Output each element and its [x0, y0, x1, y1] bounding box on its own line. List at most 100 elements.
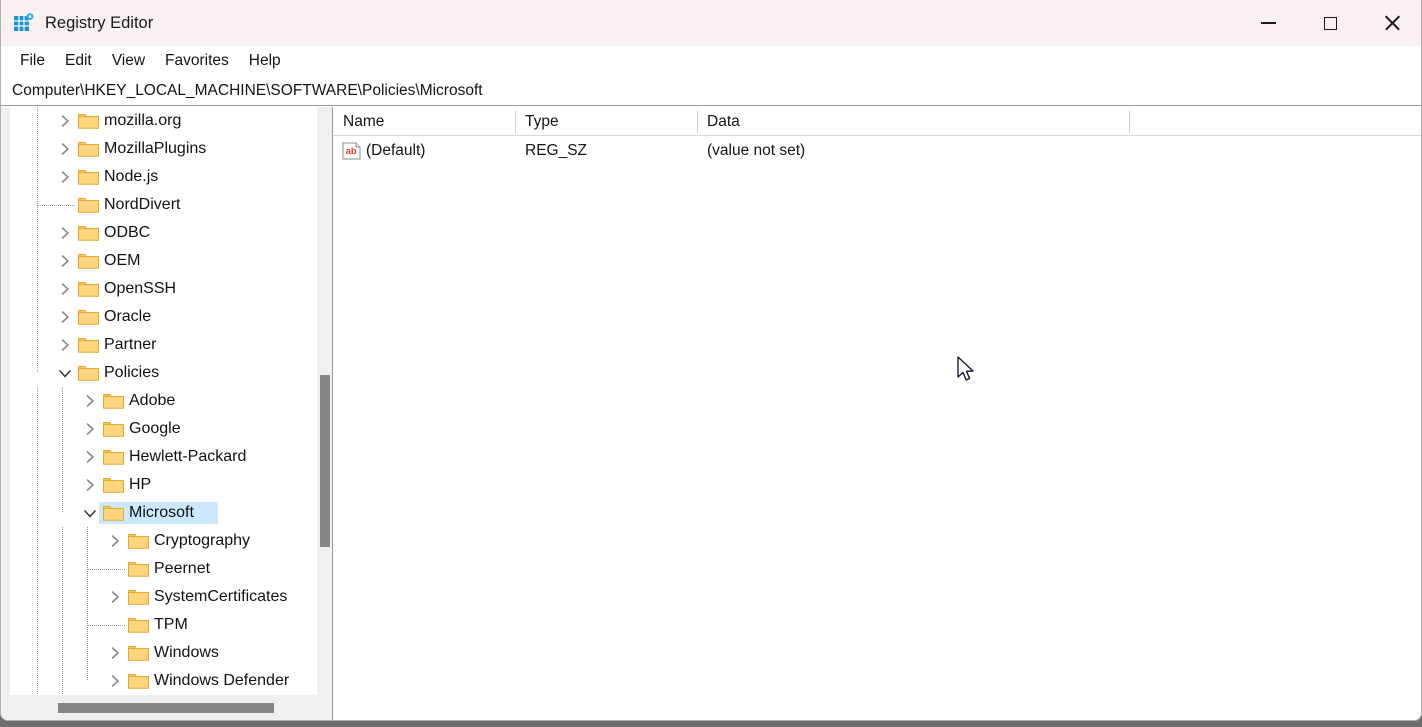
folder-icon [128, 616, 149, 633]
chevron-right-icon[interactable] [107, 645, 123, 661]
chevron-right-icon[interactable] [107, 533, 123, 549]
chevron-right-icon[interactable] [57, 281, 73, 297]
chevron-right-icon[interactable] [107, 673, 123, 689]
menu-item-edit[interactable]: Edit [55, 49, 102, 73]
chevron-right-icon[interactable] [107, 589, 123, 605]
tree-item-windows-defender[interactable]: Windows Defender [10, 667, 332, 695]
tree-item-label: Node.js [104, 168, 159, 185]
tree-guide-line [62, 471, 63, 499]
address-bar[interactable]: Computer\HKEY_LOCAL_MACHINE\SOFTWARE\Pol… [1, 76, 1421, 106]
tree-item-microsoft[interactable]: Microsoft [10, 499, 332, 527]
tree-item-odbc[interactable]: ODBC [10, 219, 332, 247]
svg-text:ab: ab [346, 146, 357, 157]
maximize-icon [1323, 16, 1337, 30]
chevron-right-icon[interactable] [57, 169, 73, 185]
tree-guide-line [37, 359, 38, 373]
tree-guide-line [37, 387, 38, 415]
menu-bar: File Edit View Favorites Help [1, 46, 1421, 76]
tree-guide-line [37, 219, 38, 247]
column-header-name[interactable]: Name [333, 107, 515, 136]
tree-item-partner[interactable]: Partner [10, 331, 332, 359]
tree-item-windows[interactable]: Windows [10, 639, 332, 667]
tree-item-google[interactable]: Google [10, 415, 332, 443]
tree-guide-line [37, 471, 38, 499]
menu-item-help[interactable]: Help [239, 49, 291, 73]
tree-vertical-scroll-thumb[interactable] [320, 375, 330, 547]
folder-icon [78, 112, 99, 129]
chevron-right-icon[interactable] [57, 337, 73, 353]
tree-guide-line [87, 639, 88, 667]
tree-item-openssh[interactable]: OpenSSH [10, 275, 332, 303]
tree-item-hewlett-packard[interactable]: Hewlett-Packard [10, 443, 332, 471]
tree-guide-line [87, 583, 88, 611]
minimize-button[interactable] [1245, 0, 1291, 46]
tree-guide-line [37, 275, 38, 303]
tree-item-hp[interactable]: HP [10, 471, 332, 499]
chevron-right-icon[interactable] [82, 477, 98, 493]
value-name: (Default) [366, 142, 426, 159]
maximize-button[interactable] [1307, 0, 1353, 46]
chevron-right-icon[interactable] [57, 113, 73, 129]
column-divider[interactable] [1129, 111, 1130, 133]
tree-item-label: TPM [154, 616, 188, 633]
tree-item-oem[interactable]: OEM [10, 247, 332, 275]
chevron-right-icon[interactable] [57, 253, 73, 269]
tree-guide-line [62, 387, 63, 415]
folder-icon [128, 588, 149, 605]
tree-item-peernet[interactable]: Peernet [10, 555, 332, 583]
column-header-data[interactable]: Data [697, 107, 1129, 136]
tree-item-mozilla-org[interactable]: mozilla.org [10, 107, 332, 135]
chevron-down-icon[interactable] [57, 365, 73, 381]
tree-guide-line [62, 583, 63, 611]
tree-item-label: Policies [104, 364, 160, 381]
folder-icon [128, 532, 149, 549]
folder-icon [78, 336, 99, 353]
tree-guide-line [37, 667, 38, 695]
tree-item-mozillaplugins[interactable]: MozillaPlugins [10, 135, 332, 163]
tree-item-cryptography[interactable]: Cryptography [10, 527, 332, 555]
tree-guide-line [62, 499, 63, 513]
close-button[interactable] [1369, 0, 1415, 46]
chevron-down-icon[interactable] [82, 505, 98, 521]
menu-item-file[interactable]: File [10, 49, 55, 73]
tree-horizontal-scrollbar[interactable] [10, 695, 332, 720]
chevron-right-icon[interactable] [57, 225, 73, 241]
chevron-right-icon[interactable] [82, 421, 98, 437]
folder-icon [78, 168, 99, 185]
tree-item-node-js[interactable]: Node.js [10, 163, 332, 191]
folder-icon [103, 420, 124, 437]
value-data: (value not set) [707, 142, 806, 159]
value-row[interactable]: ab (Default) REG_SZ (value not set) [333, 136, 1421, 166]
menu-item-view[interactable]: View [102, 49, 155, 73]
folder-icon [103, 392, 124, 409]
registry-editor-window: Registry Editor File Edit View Favorites… [0, 0, 1422, 721]
tree-horizontal-scroll-thumb[interactable] [58, 703, 274, 713]
chevron-right-icon[interactable] [57, 309, 73, 325]
column-header-type[interactable]: Type [515, 107, 697, 136]
tree-item-adobe[interactable]: Adobe [10, 387, 332, 415]
tree-vertical-scrollbar[interactable] [317, 107, 332, 695]
menu-item-favorites[interactable]: Favorites [155, 49, 239, 73]
chevron-right-icon[interactable] [57, 141, 73, 157]
tree-item-norddivert[interactable]: NordDivert [10, 191, 332, 219]
tree-guide-line [62, 667, 63, 695]
tree-item-systemcertificates[interactable]: SystemCertificates [10, 583, 332, 611]
tree-item-label: SystemCertificates [154, 588, 288, 605]
tree-guide-line [37, 331, 38, 359]
chevron-right-icon[interactable] [82, 449, 98, 465]
tree-item-policies[interactable]: Policies [10, 359, 332, 387]
folder-icon [78, 280, 99, 297]
tree-item-label: Windows Defender [154, 672, 290, 689]
tree-guide-line [37, 611, 38, 639]
tree-item-label: MozillaPlugins [104, 140, 207, 157]
values-list: ab (Default) REG_SZ (value not set) [333, 136, 1421, 166]
tree-item-label: Oracle [104, 308, 152, 325]
tree-item-tpm[interactable]: TPM [10, 611, 332, 639]
window-title: Registry Editor [45, 14, 154, 32]
tree-item-label: Peernet [154, 560, 211, 577]
values-column-header: Name Type Data [333, 107, 1421, 136]
tree-item-label: Adobe [129, 392, 176, 409]
registry-tree: mozilla.org MozillaPlugins Node.js NordDive… [10, 107, 332, 695]
tree-item-oracle[interactable]: Oracle [10, 303, 332, 331]
chevron-right-icon[interactable] [82, 393, 98, 409]
